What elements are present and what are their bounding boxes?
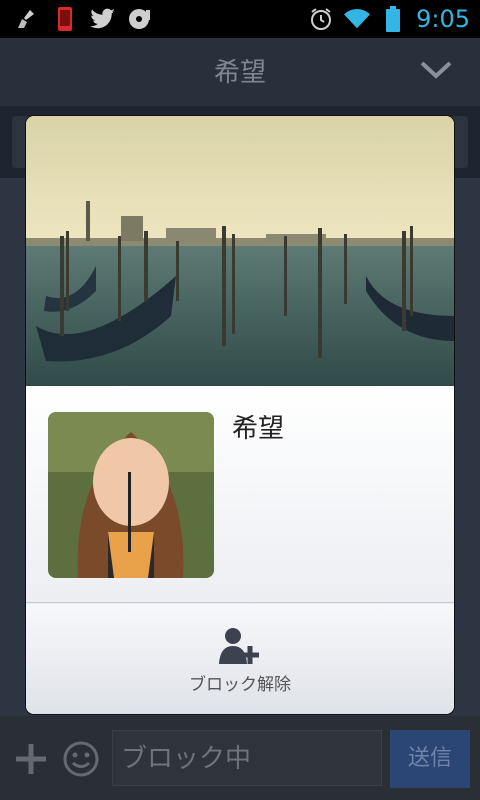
twitter-icon [90,6,116,32]
cover-photo [26,116,454,386]
chat-header: 希望 [0,38,480,106]
add-person-icon [218,626,260,670]
avatar[interactable] [48,412,214,578]
profile-name: 希望 [232,414,285,444]
system-icons: 9:05 [308,4,470,34]
chevron-down-icon[interactable] [420,60,452,84]
alarm-icon [308,6,334,32]
unblock-label: ブロック解除 [189,675,291,695]
smiley-icon[interactable] [62,740,100,782]
status-bar: 9:05 [0,0,480,38]
message-input[interactable]: ブロック中 [112,730,382,786]
profile-info: 希望 [26,386,454,603]
clock: 9:05 [416,5,470,33]
chat-title: 希望 [213,58,266,88]
plus-icon[interactable] [14,742,48,780]
rec-disc-icon [128,6,154,32]
phone-icon [52,6,78,32]
unblock-button[interactable]: ブロック解除 [26,604,454,714]
profile-dialog: 希望 ブロック解除 [26,116,454,714]
message-input-bar: ブロック中 送信 [0,716,480,800]
wifi-icon [344,6,371,32]
notification-icons [14,6,154,32]
battery-icon [380,6,406,32]
send-button[interactable]: 送信 [390,730,470,788]
broom-icon [14,6,40,32]
